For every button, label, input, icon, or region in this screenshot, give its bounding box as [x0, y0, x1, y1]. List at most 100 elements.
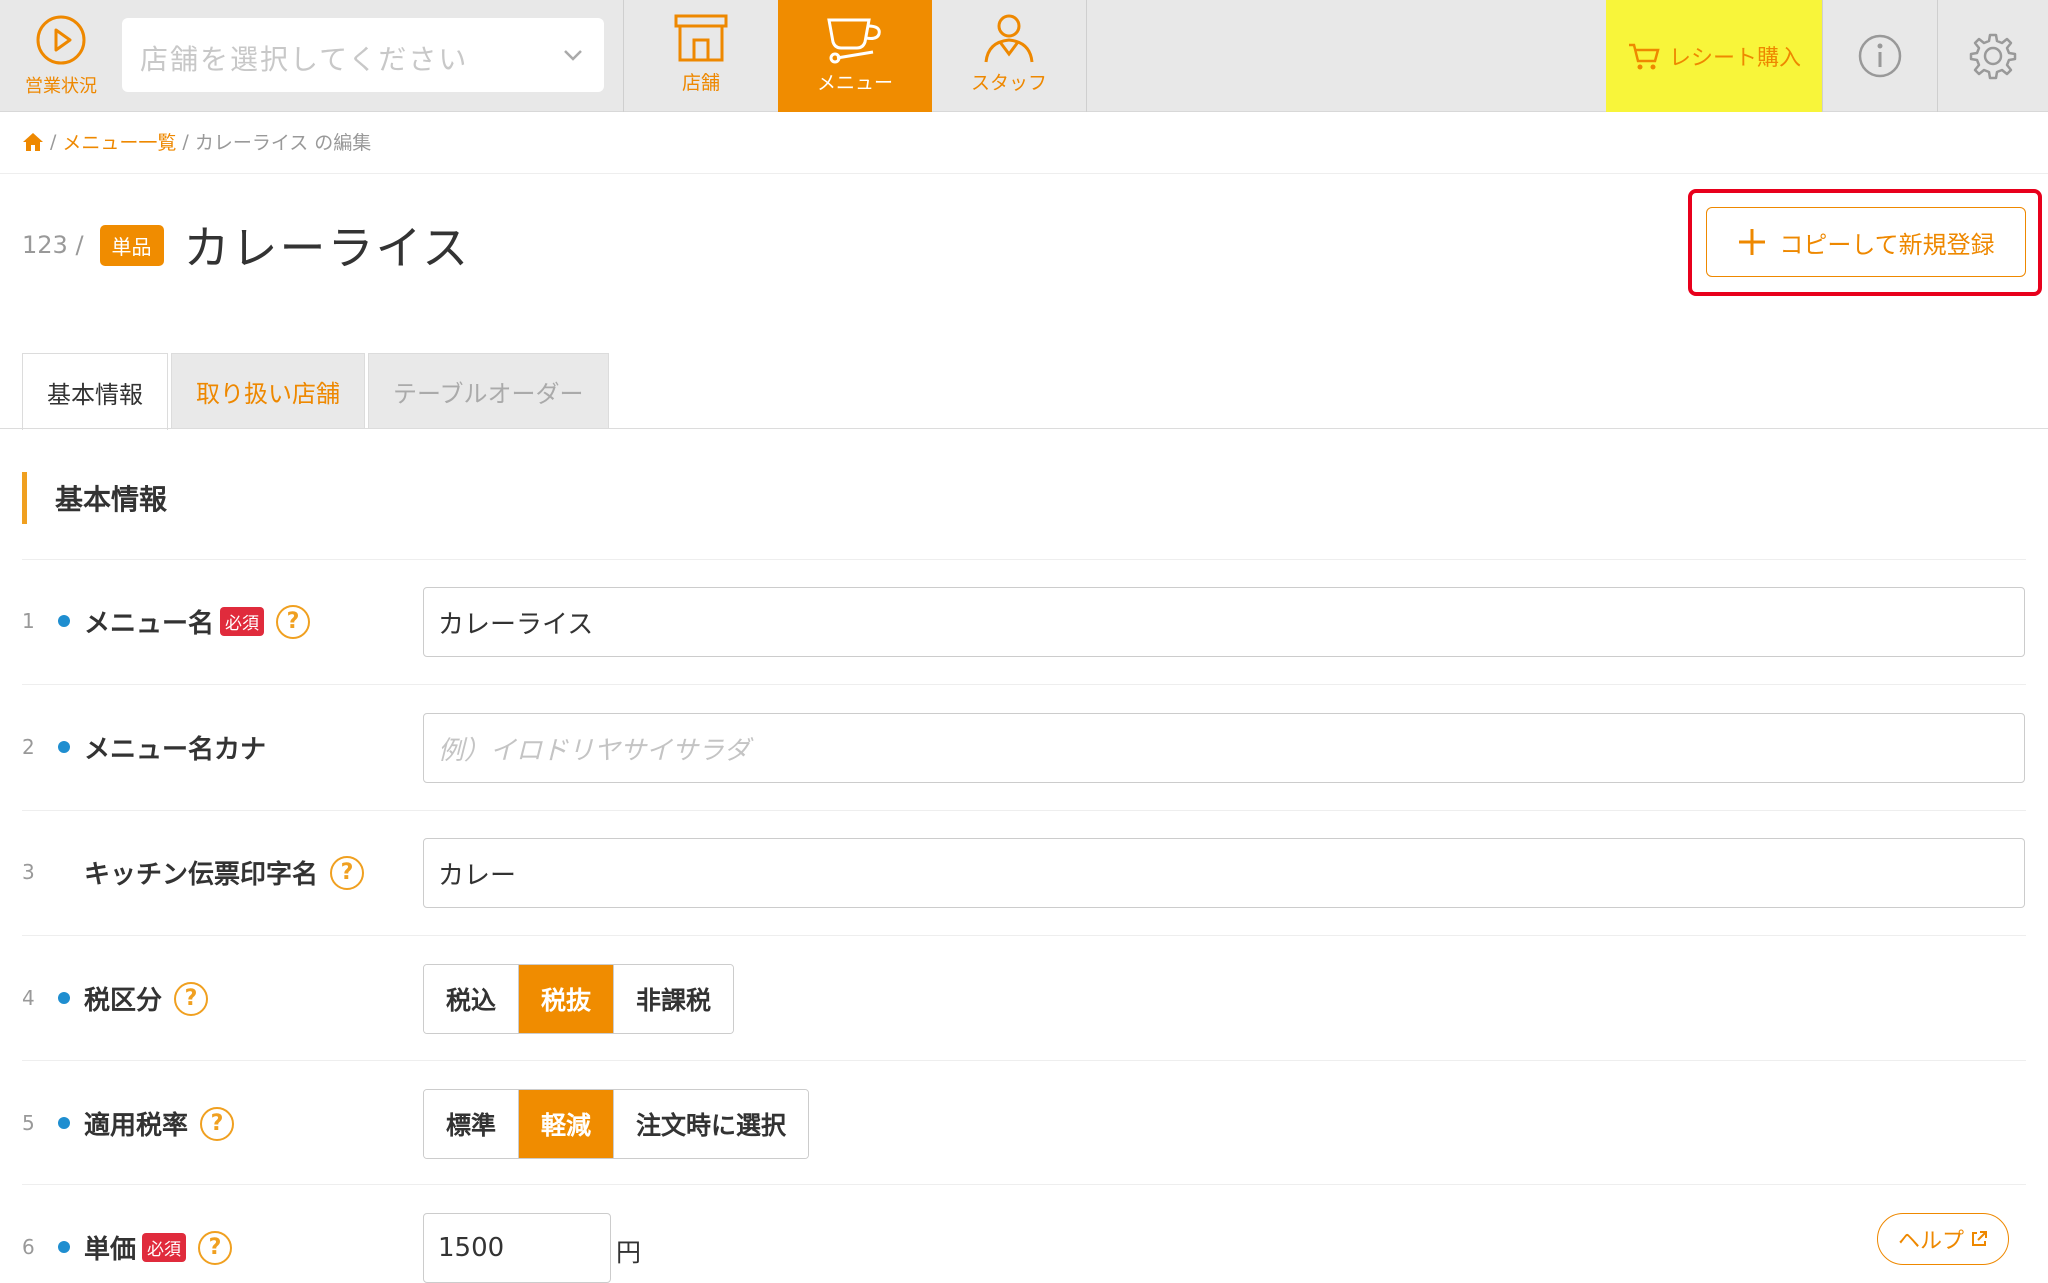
required-dot: [58, 1241, 70, 1253]
divider: [0, 173, 2048, 174]
row-divider: [22, 559, 2026, 560]
row-divider: [22, 810, 2026, 811]
nav-tab-menu[interactable]: メニュー: [778, 0, 932, 112]
info-icon: [1858, 34, 1902, 78]
breadcrumb-current: カレーライス の編集: [194, 132, 372, 154]
row-divider: [22, 1060, 2026, 1061]
field-number: 2: [22, 735, 35, 759]
nav-tab-staff-label: スタッフ: [970, 72, 1047, 94]
business-status-button[interactable]: 営業状況: [0, 0, 122, 112]
tax-type-option[interactable]: 非課税: [614, 965, 734, 1033]
tax-rate-option-selected[interactable]: 軽減: [519, 1090, 615, 1158]
breadcrumb-menu-list[interactable]: メニュー一覧: [62, 128, 176, 155]
receipt-purchase-label: レシート購入: [1668, 46, 1801, 71]
cup-icon: [827, 18, 881, 64]
field-number: 5: [22, 1111, 35, 1135]
nav-divider: [1086, 0, 1087, 112]
required-badge: 必須: [142, 1233, 187, 1262]
row-divider: [22, 935, 2026, 936]
required-dot: [58, 615, 70, 627]
help-question-icon[interactable]: ?: [200, 1106, 235, 1141]
tax-rate-option[interactable]: 標準: [424, 1090, 520, 1158]
menu-kana-label: メニュー名カナ: [84, 735, 267, 765]
field-number: 3: [22, 860, 35, 884]
kitchen-name-label: キッチン伝票印字名: [84, 860, 319, 890]
tax-type-label: 税区分: [84, 986, 163, 1016]
nav-tab-store[interactable]: 店舗: [624, 0, 778, 112]
store-select-placeholder: 店舗を選択してください: [140, 43, 469, 76]
nav-tab-menu-label: メニュー: [816, 72, 893, 94]
staff-icon: [984, 14, 1034, 63]
help-button-label: ヘルプ: [1897, 1229, 1964, 1254]
top-bar: 営業状況 店舗を選択してください 店舗 メニュー スタッフ レシート購入: [0, 0, 2048, 112]
tab-stores[interactable]: 取り扱い店舗: [171, 353, 365, 429]
row-divider: [22, 1184, 2026, 1185]
page-title: カレーライス: [183, 221, 471, 275]
tax-type-option[interactable]: 税込: [424, 965, 520, 1033]
help-question-icon[interactable]: ?: [198, 1230, 233, 1265]
menu-id: 123 /: [22, 231, 84, 259]
menu-name-label: メニュー名: [84, 609, 215, 639]
home-icon[interactable]: [22, 132, 44, 152]
external-link-icon: [1972, 1231, 1987, 1246]
plus-icon: [1739, 229, 1766, 255]
breadcrumb-separator: /: [182, 130, 189, 153]
menu-kana-input[interactable]: 例）イロドリヤサイサラダ: [423, 713, 2025, 783]
required-dot: [58, 1117, 70, 1129]
chevron-down-icon: [564, 50, 582, 61]
gear-icon: [1969, 33, 2017, 80]
field-label: 適用税率 ?: [84, 1105, 235, 1142]
copy-new-label: コピーして新規登録: [1779, 230, 1995, 259]
field-label: キッチン伝票印字名 ?: [84, 854, 365, 891]
help-question-icon[interactable]: ?: [174, 981, 209, 1016]
field-number: 4: [22, 986, 35, 1010]
tab-bar: 基本情報 取り扱い店舗 テーブルオーダー: [22, 353, 612, 430]
kitchen-name-input[interactable]: カレー: [423, 838, 2025, 908]
tab-basic-info[interactable]: 基本情報: [22, 353, 168, 430]
required-dot: [58, 992, 70, 1004]
field-kitchen-name: 3 キッチン伝票印字名 ? カレー: [22, 838, 2026, 908]
tab-table-order[interactable]: テーブルオーダー: [368, 353, 609, 429]
tax-type-option-selected[interactable]: 税抜: [519, 965, 615, 1033]
breadcrumb: / メニュー一覧 / カレーライス の編集: [22, 128, 371, 155]
tax-type-selector: 税込 税抜 非課税: [423, 964, 735, 1034]
field-tax-type: 4 税区分 ? 税込 税抜 非課税: [22, 964, 2026, 1034]
copy-new-button[interactable]: コピーして新規登録: [1706, 207, 2026, 277]
store-icon: [674, 14, 728, 62]
field-label: メニュー名 必須 ?: [84, 603, 311, 640]
nav-tab-staff[interactable]: スタッフ: [932, 0, 1086, 112]
required-dot: [58, 741, 70, 753]
price-label: 単価: [84, 1235, 137, 1265]
required-badge: 必須: [220, 607, 265, 636]
field-menu-name: 1 メニュー名 必須 ? カレーライス: [22, 587, 2026, 657]
help-question-icon[interactable]: ?: [330, 855, 365, 890]
nav-tab-store-label: 店舗: [681, 72, 720, 94]
page-title-row: 123 / 単品 カレーライス: [22, 212, 470, 278]
help-question-icon[interactable]: ?: [276, 604, 311, 639]
tabs-underline: [0, 428, 2048, 429]
business-status-label: 営業状況: [25, 76, 97, 97]
section-title: 基本情報: [22, 472, 167, 524]
settings-button[interactable]: [1938, 0, 2048, 112]
field-number: 1: [22, 609, 35, 633]
breadcrumb-separator: /: [50, 130, 57, 153]
tax-rate-option[interactable]: 注文時に選択: [614, 1090, 809, 1158]
field-label: メニュー名カナ: [84, 729, 266, 766]
receipt-purchase-button[interactable]: レシート購入: [1606, 0, 1822, 112]
menu-name-input[interactable]: カレーライス: [423, 587, 2025, 657]
help-button[interactable]: ヘルプ: [1877, 1213, 2009, 1265]
field-menu-kana: 2 メニュー名カナ 例）イロドリヤサイサラダ: [22, 713, 2026, 783]
price-unit: 円: [616, 1238, 642, 1267]
tax-rate-label: 適用税率: [84, 1111, 189, 1141]
info-button[interactable]: [1823, 0, 1937, 112]
tax-rate-selector: 標準 軽減 注文時に選択: [423, 1089, 810, 1159]
cart-icon: [1628, 43, 1660, 70]
field-label: 税区分 ?: [84, 980, 209, 1017]
row-divider: [22, 684, 2026, 685]
field-number: 6: [22, 1235, 35, 1259]
field-label: 単価 必須 ?: [84, 1229, 233, 1266]
field-tax-rate: 5 適用税率 ? 標準 軽減 注文時に選択: [22, 1089, 2026, 1159]
item-type-badge: 単品: [99, 224, 164, 266]
play-circle-icon: [36, 15, 86, 65]
store-select[interactable]: 店舗を選択してください: [122, 18, 604, 92]
